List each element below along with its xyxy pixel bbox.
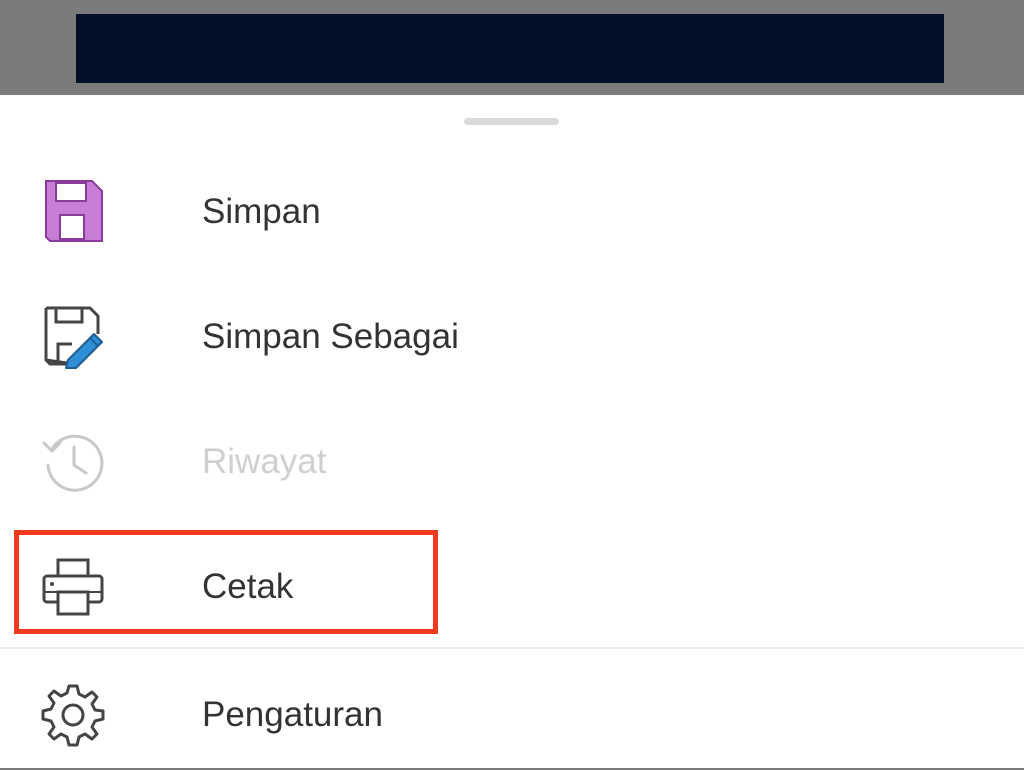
save-floppy-icon (40, 179, 106, 245)
gear-icon (40, 682, 106, 748)
menu-item-save-as[interactable]: Simpan Sebagai (0, 282, 1024, 392)
menu-item-settings[interactable]: Pengaturan (0, 660, 1024, 770)
menu-item-settings-label: Pengaturan (202, 695, 383, 734)
top-scrim (0, 0, 1024, 95)
menu-item-save[interactable]: Simpan (0, 157, 1024, 267)
menu-item-history-label: Riwayat (202, 442, 327, 481)
bottom-sheet-menu: Simpan Simpan Sebagai Riwayat Cetak Peng… (0, 95, 1024, 768)
menu-item-history[interactable]: Riwayat (0, 407, 1024, 517)
save-as-pencil-icon (40, 304, 106, 370)
divider (0, 647, 1024, 649)
menu-item-save-as-label: Simpan Sebagai (202, 317, 459, 356)
highlight-box (14, 530, 438, 634)
history-clock-icon (40, 429, 106, 495)
top-banner (76, 14, 944, 83)
menu-item-save-label: Simpan (202, 192, 321, 231)
drag-handle[interactable] (464, 118, 559, 125)
